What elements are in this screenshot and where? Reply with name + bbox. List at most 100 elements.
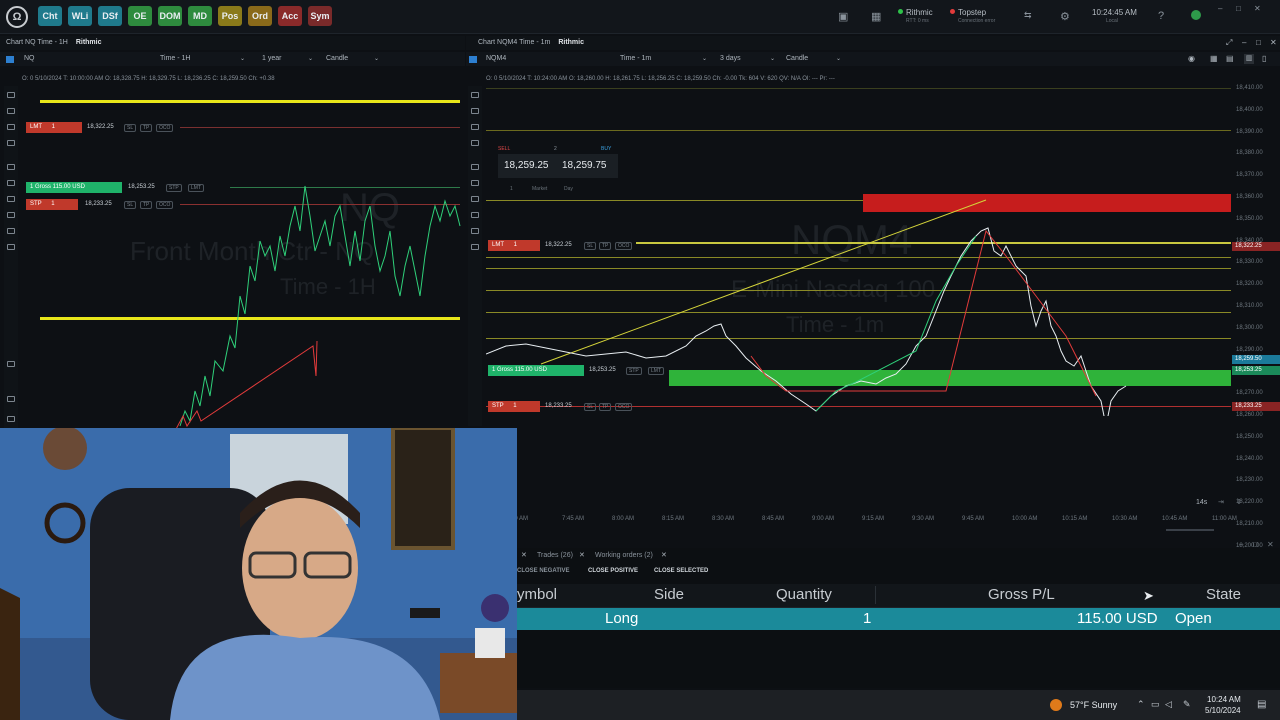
hline-tool-icon[interactable]: [471, 164, 479, 170]
app-logo[interactable]: Ω: [6, 6, 28, 28]
panel-icon[interactable]: ▯: [1262, 52, 1266, 66]
tab-trades[interactable]: Trades (26): [537, 552, 573, 559]
column-divider[interactable]: [875, 586, 876, 604]
chevron-down-icon[interactable]: ⌄: [702, 52, 707, 66]
ray-tool-icon[interactable]: [7, 180, 15, 186]
close-icon[interactable]: ✕: [521, 551, 527, 559]
col-header-state[interactable]: State: [1206, 586, 1241, 603]
chevron-down-icon[interactable]: ⌄: [308, 52, 313, 66]
left-stp-oco-chip[interactable]: OCO: [156, 201, 174, 209]
layout-icon[interactable]: ▤: [1226, 52, 1234, 66]
close-icon[interactable]: ✕: [1267, 540, 1274, 549]
chevron-down-icon[interactable]: ⌄: [836, 52, 841, 66]
volume-icon[interactable]: ◁: [1165, 699, 1172, 710]
left-stp-tp-chip[interactable]: TP: [140, 201, 153, 209]
cursor-tool-icon[interactable]: [471, 92, 479, 98]
sell-label[interactable]: SELL: [498, 146, 510, 152]
col-header-side[interactable]: Side: [654, 586, 684, 603]
text-tool-icon[interactable]: [7, 244, 15, 250]
lock-icon[interactable]: ▣: [838, 10, 848, 23]
bid-price-button[interactable]: 18,259.25: [504, 160, 549, 171]
chevron-down-icon[interactable]: ⌄: [770, 52, 775, 66]
workspace-button-dom[interactable]: DOM: [158, 6, 182, 26]
close-icon[interactable]: ✕: [579, 551, 585, 559]
network-icon[interactable]: ⇆: [1024, 10, 1032, 21]
taskbar-time[interactable]: 10:24 AM: [1207, 695, 1241, 704]
left-position-box[interactable]: 1 Gross 115.00 USD: [26, 182, 122, 193]
right-chart-link-icon[interactable]: [469, 56, 477, 63]
left-stp-sl-chip[interactable]: SL: [124, 201, 137, 209]
chevron-down-icon[interactable]: ⌄: [374, 52, 379, 66]
cursor-tool-icon[interactable]: [7, 92, 15, 98]
dom-icon[interactable]: ▥: [1244, 54, 1254, 64]
ask-price-button[interactable]: 18,259.75: [562, 160, 607, 171]
col-header-quantity[interactable]: Quantity: [776, 586, 832, 603]
right-chart-range[interactable]: 3 days: [720, 52, 741, 66]
close-positive-button[interactable]: CLOSE POSITIVE: [588, 568, 638, 574]
maximize-icon[interactable]: □: [1236, 4, 1241, 13]
scale-icon[interactable]: ⇕: [1236, 498, 1242, 506]
eye-icon[interactable]: ◉: [1188, 52, 1195, 66]
workspace-button-cht[interactable]: Cht: [38, 6, 62, 26]
fibonacci-tool-icon[interactable]: [471, 228, 479, 234]
ray-tool-icon[interactable]: [471, 180, 479, 186]
weather-text[interactable]: 57°F Sunny: [1070, 700, 1117, 710]
close-negative-button[interactable]: CLOSE NEGATIVE: [517, 568, 570, 574]
eye-tool-icon[interactable]: [7, 396, 15, 402]
pencil-tool-icon[interactable]: [471, 140, 479, 146]
right-chart-timeframe[interactable]: Time - 1m: [620, 52, 651, 66]
minimize-icon[interactable]: –: [1239, 540, 1243, 549]
crosshair-tool-icon[interactable]: [7, 108, 15, 114]
buy-label[interactable]: BUY: [601, 146, 611, 152]
maximize-icon[interactable]: □: [1256, 36, 1261, 50]
undo-tool-icon[interactable]: [7, 361, 15, 367]
left-chart-range[interactable]: 1 year: [262, 52, 281, 66]
workspace-button-ord[interactable]: Ord: [248, 6, 272, 26]
topstep-connection-label[interactable]: Topstep: [958, 8, 986, 17]
left-chart-style[interactable]: Candle: [326, 52, 348, 66]
left-lmt-order-box[interactable]: LMT 1: [26, 122, 82, 133]
hline-tool-icon[interactable]: [7, 164, 15, 170]
pin-tool-icon[interactable]: [7, 124, 15, 130]
left-chart-symbol[interactable]: NQ: [24, 52, 35, 66]
left-chart-timeframe[interactable]: Time - 1H: [160, 52, 190, 66]
trendline-tool-icon[interactable]: [471, 196, 479, 202]
notifications-icon[interactable]: ▤: [1257, 699, 1266, 710]
tab-working-orders[interactable]: Working orders (2): [595, 552, 653, 559]
pin-tool-icon[interactable]: [471, 124, 479, 130]
weather-icon[interactable]: [1050, 699, 1062, 711]
close-icon[interactable]: ✕: [1270, 36, 1277, 50]
left-lmt-tp-chip[interactable]: TP: [140, 124, 153, 132]
rectangle-tool-icon[interactable]: [7, 212, 15, 218]
left-lmt-sl-chip[interactable]: SL: [124, 124, 137, 132]
gear-icon[interactable]: ⚙: [1060, 10, 1070, 23]
right-chart-symbol[interactable]: NQM4: [486, 52, 506, 66]
minimize-icon[interactable]: –: [1242, 36, 1246, 50]
horizontal-scrollbar[interactable]: [1166, 529, 1214, 531]
workspace-button-wli[interactable]: WLi: [68, 6, 92, 26]
left-lmt-oco-chip[interactable]: OCO: [156, 124, 174, 132]
crosshair-tool-icon[interactable]: [471, 108, 479, 114]
close-selected-button[interactable]: CLOSE SELECTED: [654, 568, 708, 574]
account-icon[interactable]: [1191, 10, 1201, 20]
restore-icon[interactable]: ⤢: [1226, 36, 1232, 50]
pen-icon[interactable]: ✎: [1183, 699, 1191, 710]
workspace-button-pos[interactable]: Pos: [218, 6, 242, 26]
workspace-button-dsf[interactable]: DSf: [98, 6, 122, 26]
workspace-button-md[interactable]: MD: [188, 6, 212, 26]
minimize-icon[interactable]: –: [1218, 4, 1222, 13]
grid-icon[interactable]: ▦: [1210, 52, 1218, 66]
workspace-button-acc[interactable]: Acc: [278, 6, 302, 26]
calendar-icon[interactable]: ▦: [871, 10, 881, 23]
scroll-end-icon[interactable]: ⇥: [1218, 498, 1224, 506]
right-chart-style[interactable]: Candle: [786, 52, 808, 66]
workspace-button-sym[interactable]: Sym: [308, 6, 332, 26]
close-icon[interactable]: ✕: [661, 551, 667, 559]
col-header-gross-pl[interactable]: Gross P/L: [988, 586, 1055, 603]
close-icon[interactable]: ✕: [1254, 4, 1261, 13]
left-stp-order-box[interactable]: STP 1: [26, 199, 78, 210]
col-header-symbol[interactable]: ymbol: [517, 586, 557, 603]
maximize-icon[interactable]: □: [1253, 540, 1258, 549]
tray-chevron-icon[interactable]: ⌃: [1137, 699, 1145, 710]
help-icon[interactable]: ?: [1158, 10, 1164, 22]
